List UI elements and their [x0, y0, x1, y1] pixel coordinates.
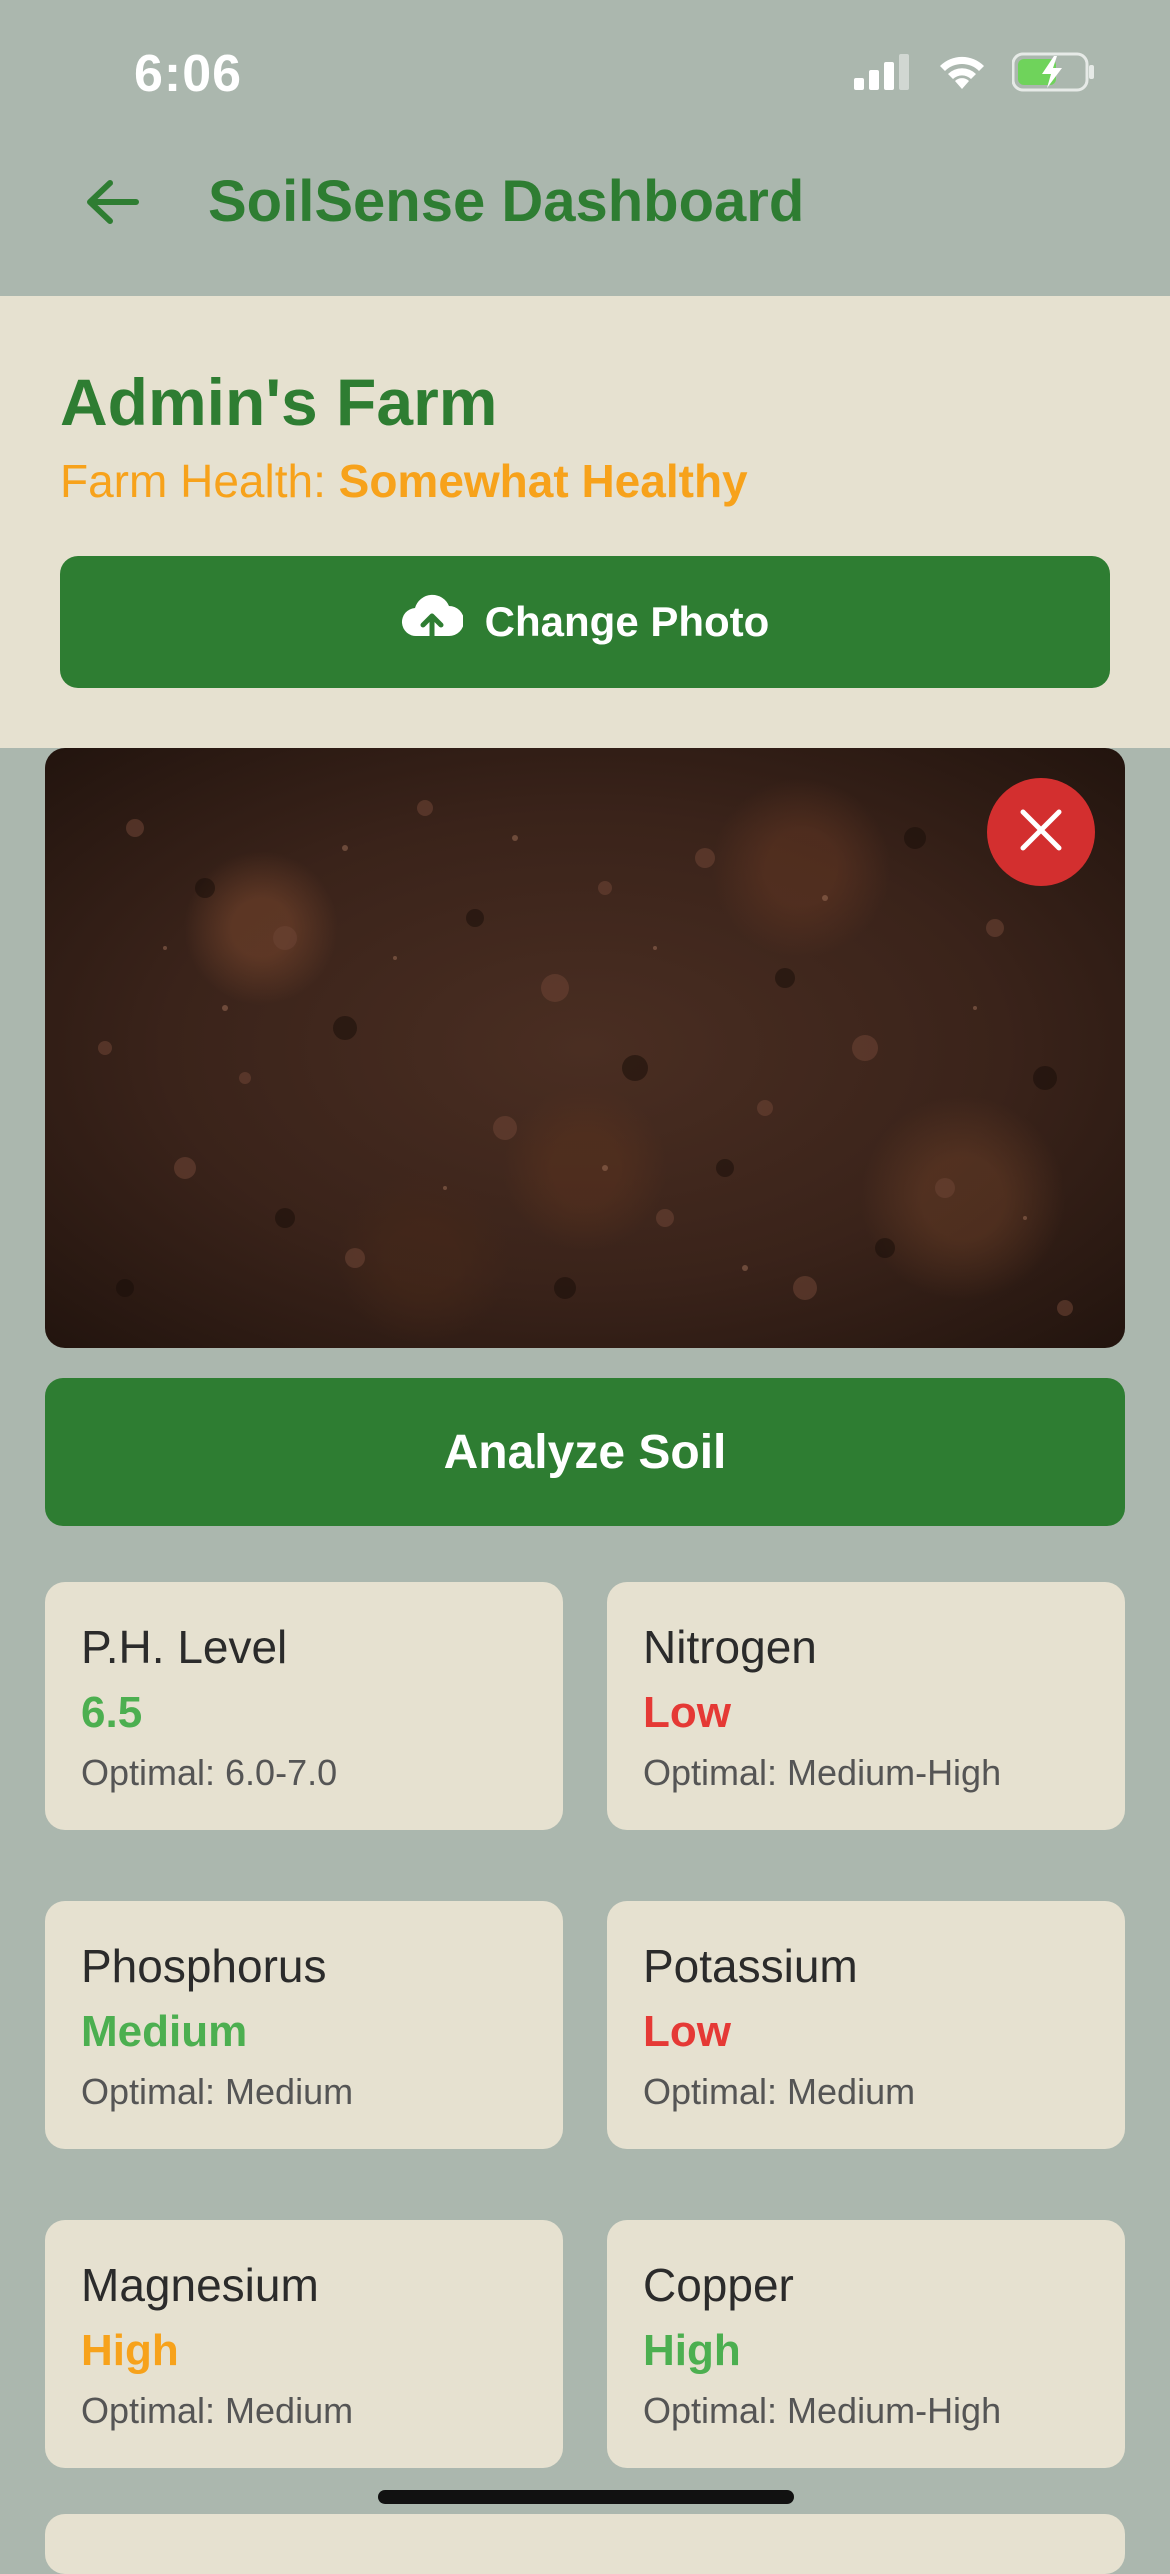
- metric-value: High: [81, 2326, 179, 2375]
- metric-value: 6.5: [81, 1688, 143, 1737]
- metric-name: Potassium: [643, 1940, 858, 1992]
- farm-health: Farm Health: Somewhat Healthy: [60, 454, 748, 508]
- app-header: SoilSense Dashboard: [0, 150, 1170, 296]
- farm-health-value: Somewhat Healthy: [338, 455, 748, 507]
- metric-card-magnesium: Magnesium High Optimal: Medium: [45, 2220, 563, 2468]
- status-icons: [854, 52, 1096, 97]
- metric-card-copper: Copper High Optimal: Medium-High: [607, 2220, 1125, 2468]
- metric-card-ph: P.H. Level 6.5 Optimal: 6.0-7.0: [45, 1582, 563, 1830]
- back-button[interactable]: [80, 172, 144, 236]
- status-bar: 6:06: [0, 0, 1170, 150]
- metric-optimal: Optimal: Medium: [643, 2071, 916, 2112]
- metric-value: Medium: [81, 2007, 248, 2056]
- metric-value: High: [643, 2326, 741, 2375]
- wifi-icon: [936, 53, 988, 96]
- analyze-soil-button[interactable]: Analyze Soil: [45, 1378, 1125, 1526]
- metric-card-nitrogen: Nitrogen Low Optimal: Medium-High: [607, 1582, 1125, 1830]
- farm-name: Admin's Farm: [60, 365, 498, 439]
- change-photo-button[interactable]: Change Photo: [60, 556, 1110, 688]
- partial-card: [45, 2514, 1125, 2574]
- metric-optimal: Optimal: Medium-High: [643, 2390, 1002, 2431]
- metric-value: Low: [643, 2007, 731, 2056]
- metric-name: P.H. Level: [81, 1621, 288, 1673]
- farm-panel: Admin's Farm Farm Health: Somewhat Healt…: [0, 296, 1170, 748]
- metric-optimal: Optimal: Medium: [81, 2071, 354, 2112]
- metric-name: Phosphorus: [81, 1940, 327, 1992]
- status-time: 6:06: [134, 45, 243, 103]
- analyze-soil-label: Analyze Soil: [443, 1425, 727, 1479]
- signal-icon: [854, 54, 912, 95]
- metric-optimal: Optimal: 6.0-7.0: [81, 1752, 338, 1793]
- metric-card-phosphorus: Phosphorus Medium Optimal: Medium: [45, 1901, 563, 2149]
- metric-name: Copper: [643, 2259, 794, 2311]
- home-indicator[interactable]: [378, 2490, 794, 2504]
- metric-optimal: Optimal: Medium-High: [643, 1752, 1002, 1793]
- metric-name: Magnesium: [81, 2259, 319, 2311]
- farm-health-label: Farm Health:: [60, 455, 326, 507]
- soil-photo: [45, 748, 1125, 1348]
- battery-charging-icon: [1011, 52, 1096, 97]
- remove-photo-button[interactable]: [987, 778, 1095, 886]
- soil-texture: [98, 800, 1073, 1316]
- metric-value: Low: [643, 1688, 731, 1737]
- metric-optimal: Optimal: Medium: [81, 2390, 354, 2431]
- cloud-upload-icon: [401, 592, 464, 652]
- change-photo-label: Change Photo: [484, 598, 770, 645]
- page-title: SoilSense Dashboard: [208, 169, 805, 234]
- metric-name: Nitrogen: [643, 1621, 817, 1673]
- close-icon: [1019, 808, 1063, 857]
- metric-card-potassium: Potassium Low Optimal: Medium: [607, 1901, 1125, 2149]
- arrow-left-icon: [84, 178, 140, 231]
